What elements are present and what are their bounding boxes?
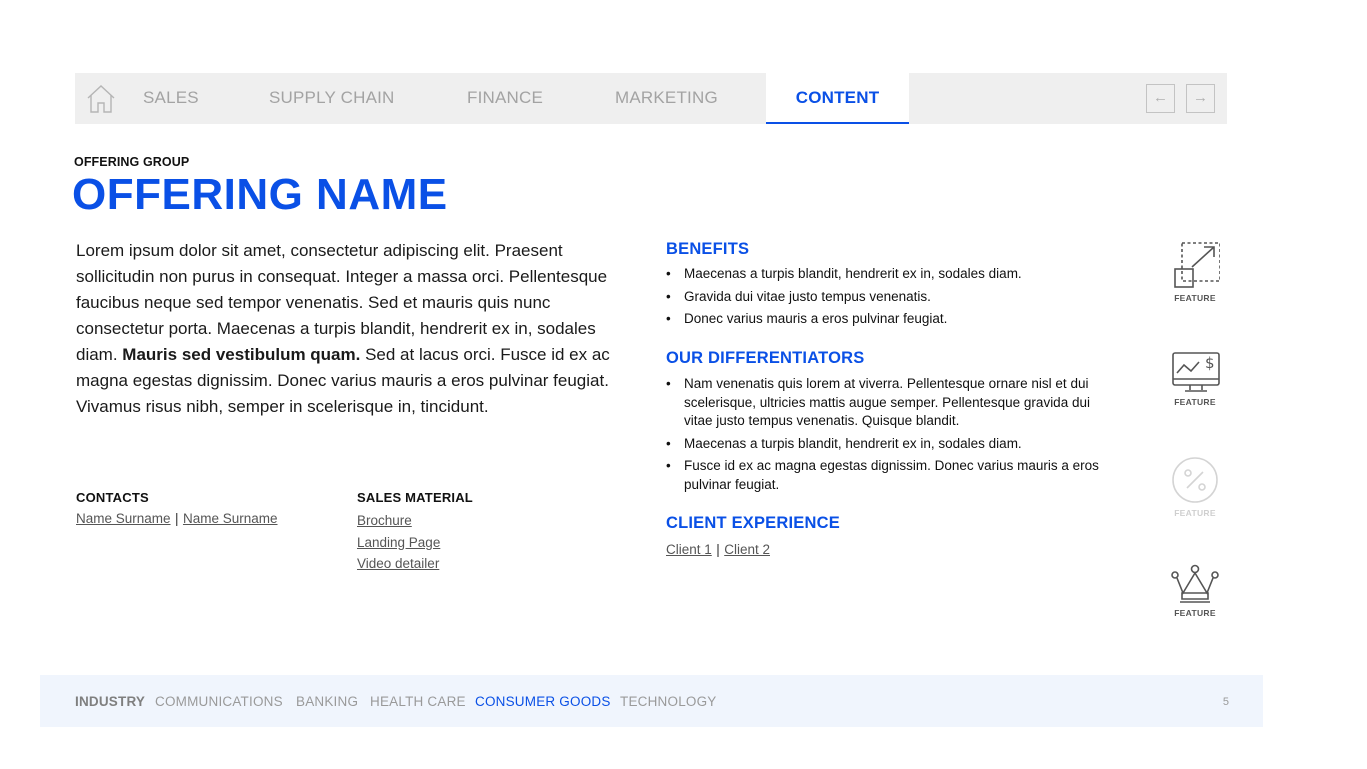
offering-group-label: OFFERING GROUP bbox=[74, 155, 190, 169]
sales-material-label: SALES MATERIAL bbox=[357, 490, 473, 505]
client-link[interactable]: Client 2 bbox=[724, 542, 770, 557]
feature-item: FEATURE bbox=[1166, 563, 1224, 618]
client-experience-heading: CLIENT EXPERIENCE bbox=[666, 514, 840, 532]
differentiators-list: Nam venenatis quis lorem at viverra. Pel… bbox=[666, 375, 1116, 498]
footer-item-health-care[interactable]: HEALTH CARE bbox=[370, 675, 466, 729]
footer-item-banking[interactable]: BANKING bbox=[296, 675, 358, 729]
prev-arrow-button[interactable]: ← bbox=[1146, 84, 1175, 113]
feature-item: FEATURE bbox=[1166, 455, 1224, 518]
contact-link[interactable]: Name Surname bbox=[76, 511, 171, 526]
feature-label: FEATURE bbox=[1174, 293, 1216, 303]
contact-separator: | bbox=[175, 511, 179, 526]
industry-label: INDUSTRY bbox=[75, 694, 146, 709]
top-nav: SALES SUPPLY CHAIN FINANCE MARKETING CON… bbox=[75, 73, 1227, 124]
contact-link[interactable]: Name Surname bbox=[183, 511, 278, 526]
svg-text:$: $ bbox=[1205, 354, 1215, 372]
next-arrow-button[interactable]: → bbox=[1186, 84, 1215, 113]
monitor-dollar-icon: $ bbox=[1172, 352, 1220, 392]
contacts-label: CONTACTS bbox=[76, 490, 149, 505]
benefits-heading: BENEFITS bbox=[666, 240, 750, 258]
offering-name-title: OFFERING NAME bbox=[72, 170, 448, 219]
feature-item: FEATURE bbox=[1166, 240, 1224, 303]
brochure-link[interactable]: Brochure bbox=[357, 510, 440, 532]
feature-label: FEATURE bbox=[1174, 608, 1216, 618]
footer-item-technology[interactable]: TECHNOLOGY bbox=[620, 675, 717, 729]
list-item: Gravida dui vitae justo tempus venenatis… bbox=[666, 288, 1116, 307]
tab-marketing[interactable]: MARKETING bbox=[615, 73, 718, 124]
list-item: Nam venenatis quis lorem at viverra. Pel… bbox=[666, 375, 1116, 431]
sales-material-links: Brochure Landing Page Video detailer bbox=[357, 510, 440, 575]
landing-page-link[interactable]: Landing Page bbox=[357, 532, 440, 554]
benefits-list: Maecenas a turpis blandit, hendrerit ex … bbox=[666, 265, 1116, 333]
video-detailer-link[interactable]: Video detailer bbox=[357, 553, 440, 575]
contacts-links: Name Surname | Name Surname bbox=[76, 510, 278, 528]
percent-circle-icon bbox=[1172, 457, 1218, 503]
feature-label: FEATURE bbox=[1174, 508, 1216, 518]
client-link[interactable]: Client 1 bbox=[666, 542, 712, 557]
tab-content[interactable]: CONTENT bbox=[766, 73, 909, 124]
home-icon[interactable] bbox=[85, 83, 117, 115]
offering-description: Lorem ipsum dolor sit amet, consectetur … bbox=[76, 238, 636, 420]
differentiators-heading: OUR DIFFERENTIATORS bbox=[666, 349, 865, 367]
page-number: 5 bbox=[1222, 696, 1229, 708]
tab-supply-chain[interactable]: SUPPLY CHAIN bbox=[269, 73, 395, 124]
industry-footer: INDUSTRY COMMUNICATIONS BANKING HEALTH C… bbox=[40, 675, 1263, 727]
tab-sales[interactable]: SALES bbox=[143, 73, 199, 124]
footer-item-communications[interactable]: COMMUNICATIONS bbox=[155, 675, 283, 729]
footer-item-consumer-goods[interactable]: CONSUMER GOODS bbox=[475, 675, 611, 729]
resize-arrow-icon bbox=[1174, 242, 1220, 288]
client-links: Client 1 | Client 2 bbox=[666, 541, 770, 559]
list-item: Maecenas a turpis blandit, hendrerit ex … bbox=[666, 265, 1116, 284]
tab-finance[interactable]: FINANCE bbox=[467, 73, 543, 124]
client-separator: | bbox=[716, 542, 720, 557]
description-bold-text: Mauris sed vestibulum quam. bbox=[122, 345, 361, 364]
crown-icon bbox=[1171, 564, 1219, 603]
feature-item: $ FEATURE bbox=[1166, 350, 1224, 407]
list-item: Maecenas a turpis blandit, hendrerit ex … bbox=[666, 435, 1116, 454]
feature-label: FEATURE bbox=[1174, 397, 1216, 407]
list-item: Fusce id ex ac magna egestas dignissim. … bbox=[666, 457, 1116, 494]
list-item: Donec varius mauris a eros pulvinar feug… bbox=[666, 310, 1116, 329]
